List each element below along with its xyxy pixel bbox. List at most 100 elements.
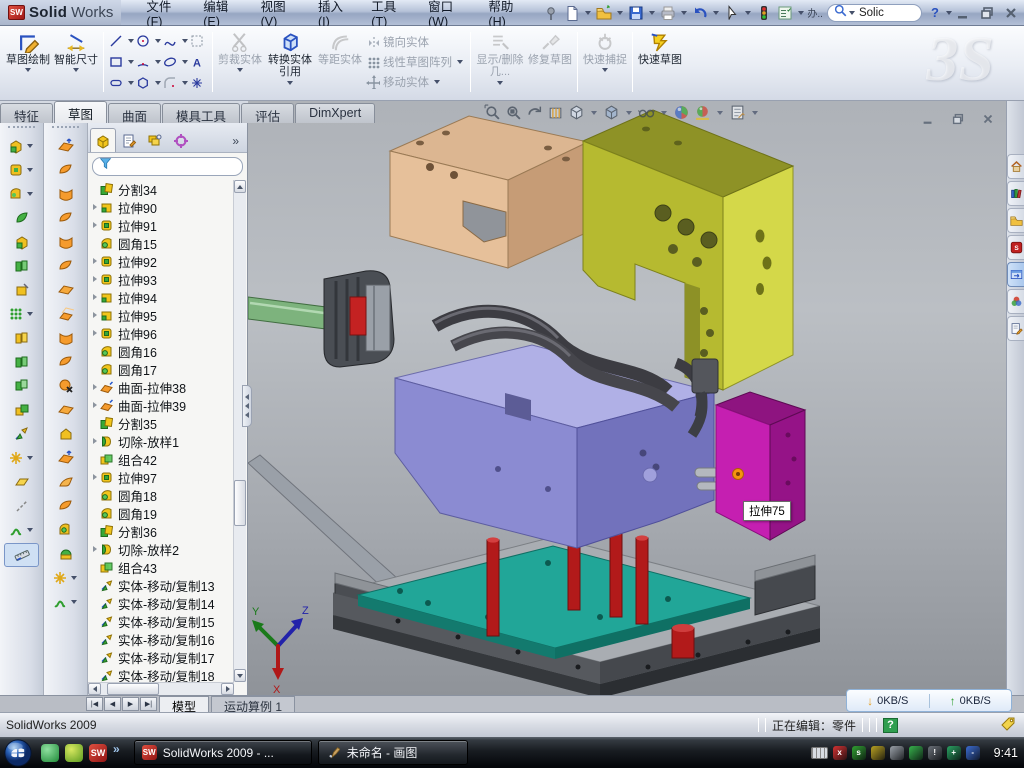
fillet-icon-dropdown[interactable] [27, 192, 33, 196]
tree-item-17[interactable]: 圆角18 [88, 486, 234, 504]
swept-boss-icon[interactable] [0, 206, 43, 230]
help-dropdown-icon[interactable] [946, 11, 952, 15]
extruded-cut-icon-dropdown[interactable] [27, 168, 33, 172]
reference-geometry-2-icon[interactable] [44, 566, 87, 590]
sketch-button-dropdown[interactable] [25, 68, 31, 72]
health-shield-tray-icon[interactable]: + [947, 746, 961, 760]
select-icon[interactable] [722, 3, 742, 23]
smart-dimension-button-dropdown[interactable] [73, 68, 79, 72]
custom-properties-tab[interactable] [1007, 316, 1024, 341]
display-style-icon[interactable] [603, 104, 620, 121]
replace-face-icon[interactable] [44, 398, 87, 422]
hide-show-items-icon[interactable] [638, 104, 655, 121]
sketch-button[interactable]: 草图绘制 [4, 28, 52, 96]
new-document-icon[interactable] [562, 3, 582, 23]
tree-item-1[interactable]: 拉伸90 [88, 198, 234, 216]
print-icon-dropdown[interactable] [681, 11, 687, 15]
expand-arrow-icon[interactable] [90, 312, 100, 318]
save-icon-dropdown[interactable] [649, 11, 655, 15]
taskbar-clock[interactable]: 9:41 [994, 746, 1018, 760]
spline-icon[interactable] [163, 34, 177, 48]
tree-item-4[interactable]: 拉伸92 [88, 252, 234, 270]
view-orientation-icon-dropdown[interactable] [591, 111, 597, 115]
doc-minimize-icon[interactable] [918, 109, 938, 129]
arc-icon-dropdown[interactable] [155, 60, 161, 64]
pattern-icon-dropdown[interactable] [27, 312, 33, 316]
draft-icon[interactable] [0, 350, 43, 374]
model-tab-1[interactable]: 运动算例 1 [211, 696, 295, 712]
expand-arrow-icon[interactable] [90, 204, 100, 210]
search-input[interactable] [857, 6, 915, 20]
rotate-view-icon[interactable] [526, 104, 543, 121]
polygon-icon[interactable] [136, 76, 150, 90]
antivirus-tray-icon[interactable]: s [852, 746, 866, 760]
scroll-right-icon[interactable] [221, 683, 234, 695]
tree-item-5[interactable]: 拉伸93 [88, 270, 234, 288]
tab-评估[interactable]: 评估 [241, 103, 294, 123]
tree-item-19[interactable]: 分割36 [88, 522, 234, 540]
extruded-boss-icon[interactable] [0, 134, 43, 158]
tree-horizontal-scrollbar[interactable] [88, 682, 234, 695]
messenger-icon[interactable] [41, 744, 59, 762]
tree-item-16[interactable]: 拉伸97 [88, 468, 234, 486]
print-icon[interactable] [658, 3, 678, 23]
file-explorer-tab[interactable] [1007, 208, 1024, 233]
spline-icon-dropdown[interactable] [182, 39, 188, 43]
view-settings-icon-dropdown[interactable] [752, 111, 758, 115]
tree-item-18[interactable]: 圆角19 [88, 504, 234, 522]
extruded-surface-icon[interactable] [44, 134, 87, 158]
appearances-tab[interactable] [1007, 289, 1024, 314]
extend-surface-icon[interactable] [44, 446, 87, 470]
helix-icon[interactable] [0, 518, 43, 542]
tree-item-13[interactable]: 分割35 [88, 414, 234, 432]
untrim-surface-icon[interactable] [44, 422, 87, 446]
polygon-icon-dropdown[interactable] [155, 81, 161, 85]
tab-特征[interactable]: 特征 [0, 103, 53, 123]
expand-arrow-icon[interactable] [90, 276, 100, 282]
tree-item-27[interactable]: 实体-移动/复制18 [88, 666, 234, 682]
update-badge-tray-icon[interactable] [871, 746, 885, 760]
pin-icon[interactable] [541, 3, 561, 23]
rectangle-icon-dropdown[interactable] [128, 60, 134, 64]
minimize-icon[interactable] [954, 5, 972, 21]
network-warning-tray-icon[interactable]: ! [928, 746, 942, 760]
slot-icon-dropdown[interactable] [128, 81, 134, 85]
dome-icon[interactable] [44, 542, 87, 566]
expand-arrow-icon[interactable] [90, 294, 100, 300]
quick-launch-overflow-icon[interactable]: » [113, 742, 120, 756]
hide-show-items-icon-dropdown[interactable] [661, 111, 667, 115]
expand-arrow-icon[interactable] [90, 258, 100, 264]
solidworks-launcher-icon[interactable]: SW [89, 744, 107, 762]
view-settings-icon[interactable] [729, 104, 746, 121]
antivirus-orb-icon[interactable] [65, 744, 83, 762]
zoom-area-icon[interactable] [505, 104, 522, 121]
fillet-icon[interactable] [0, 182, 43, 206]
propertymanager-tab[interactable] [116, 128, 142, 152]
pattern-box-icon[interactable] [190, 34, 204, 48]
tab-nav-0[interactable]: |◀ [86, 697, 103, 711]
line-icon[interactable] [109, 34, 123, 48]
measure-icon[interactable] [4, 543, 39, 567]
tree-item-26[interactable]: 实体-移动/复制17 [88, 648, 234, 666]
sketch-text-icon[interactable]: A [190, 55, 204, 69]
part-mold-block[interactable] [395, 345, 725, 548]
tree-item-23[interactable]: 实体-移动/复制14 [88, 594, 234, 612]
wrap-icon[interactable] [0, 278, 43, 302]
restore-icon[interactable] [978, 5, 996, 21]
messenger-tray-icon[interactable] [909, 746, 923, 760]
smart-dimension-button[interactable]: 智能尺寸 [52, 28, 100, 96]
toolbar-grip[interactable] [52, 126, 79, 132]
convert-entities-button[interactable]: 转换实体引用 [264, 28, 316, 96]
new-document-icon-dropdown[interactable] [585, 11, 591, 15]
model-view[interactable]: Y Z X [248, 101, 1006, 695]
expand-arrow-icon[interactable] [90, 474, 100, 480]
scroll-up-icon[interactable] [234, 180, 246, 193]
arc-icon[interactable] [136, 55, 150, 69]
scrollbar-thumb[interactable] [107, 683, 159, 695]
doc-restore-icon[interactable] [948, 109, 968, 129]
tree-item-21[interactable]: 组合43 [88, 558, 234, 576]
reference-geometry-icon[interactable] [0, 446, 43, 470]
options-icon-dropdown[interactable] [798, 11, 804, 15]
overflow-label[interactable]: 办.. [807, 5, 823, 20]
tab-nav-2[interactable]: ▶ [122, 697, 139, 711]
